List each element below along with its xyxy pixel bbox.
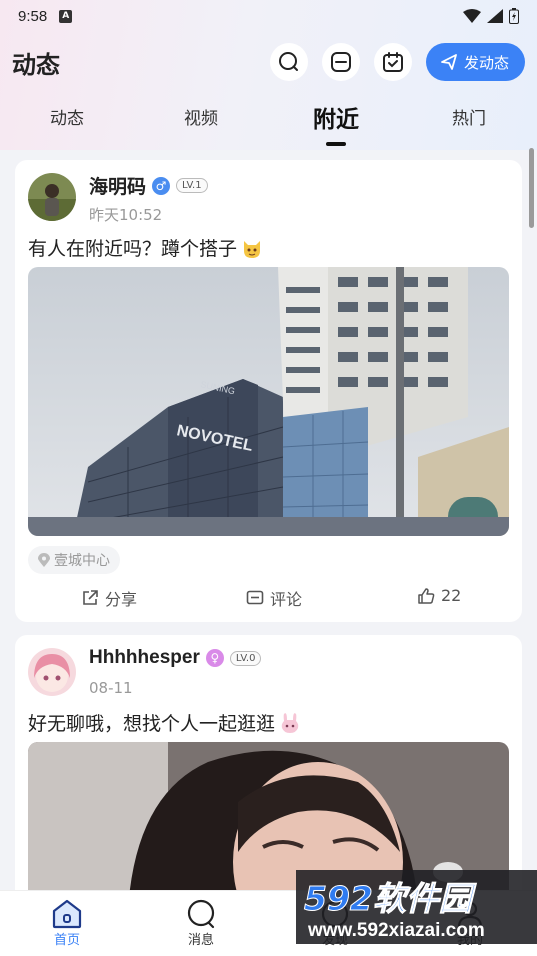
checkin-button[interactable] [373, 43, 412, 81]
header-actions: 发动态 [269, 43, 525, 81]
search-button[interactable] [269, 43, 308, 81]
male-icon: ♂ [152, 176, 171, 195]
comment-button[interactable]: 评论 [246, 586, 302, 610]
post-photo[interactable]: NOVOTEL SUNING [28, 267, 509, 536]
username[interactable]: Hhhhhesper [89, 647, 200, 669]
status-time: 9:58 [18, 7, 48, 25]
username-row: Hhhhhesper ♀ LV.0 [89, 647, 262, 669]
tab-dongtai[interactable]: 动态 [50, 104, 84, 129]
notification-badge: A [59, 9, 73, 23]
status-bar: 9:58 A [0, 0, 537, 32]
nav-messages-label: 消息 [187, 933, 214, 948]
watermark-url: www.592xiazai.com [307, 920, 485, 941]
avatar[interactable] [28, 173, 76, 221]
thumbs-up-icon [418, 587, 435, 604]
status-icons [463, 8, 519, 24]
home-icon [52, 899, 82, 929]
tab-video[interactable]: 视频 [184, 104, 218, 129]
location-tag[interactable]: 壹城中心 [28, 546, 120, 574]
nav-home-label: 首页 [53, 933, 80, 948]
cat-emoji-icon [244, 240, 261, 258]
post-text: 有人在附近吗？蹲个搭子 [28, 238, 238, 260]
scan-button[interactable] [321, 43, 360, 81]
calendar-check-icon [382, 52, 403, 72]
tab-nearby[interactable]: 附近 [313, 100, 359, 134]
location-label: 壹城中心 [54, 553, 110, 569]
female-icon: ♀ [205, 649, 224, 667]
watermark-brand: 592软件园 [304, 879, 477, 918]
post-card[interactable]: 海明码 ♂ LV.1 昨天10:52 有人在附近吗？蹲个搭子 NOVOTEL S… [15, 160, 522, 622]
location-pin-icon [38, 553, 50, 567]
comment-icon [246, 590, 264, 605]
post-time: 昨天10:52 [89, 206, 163, 224]
avatar[interactable] [28, 648, 76, 696]
like-button[interactable]: 22 [417, 586, 461, 605]
scan-icon [330, 52, 351, 72]
app-header: 动态 发动态 [0, 40, 537, 84]
level-badge: LV.0 [229, 650, 262, 666]
post-text-row: 有人在附近吗？蹲个搭子 [28, 234, 263, 261]
comment-label: 评论 [270, 590, 303, 609]
signal-icon [487, 9, 503, 23]
share-icon [83, 590, 98, 605]
nav-messages[interactable]: 消息 [171, 899, 231, 948]
username-row: 海明码 ♂ LV.1 [89, 172, 208, 199]
wifi-icon [463, 9, 481, 23]
tab-indicator [326, 142, 346, 146]
send-icon [441, 54, 457, 70]
share-label: 分享 [105, 590, 138, 609]
message-icon [187, 899, 215, 929]
like-count: 22 [441, 586, 462, 605]
tab-hot[interactable]: 热门 [452, 104, 486, 129]
create-post-label: 发动态 [463, 53, 509, 72]
post-time: 08-11 [89, 679, 133, 697]
post-actions: 分享 评论 22 [15, 582, 522, 614]
watermark: 592软件园 www.592xiazai.com [296, 870, 537, 944]
create-post-button[interactable]: 发动态 [425, 43, 525, 81]
search-icon [278, 52, 298, 71]
battery-icon [509, 8, 519, 24]
level-badge: LV.1 [176, 178, 208, 193]
share-button[interactable]: 分享 [81, 586, 137, 610]
username[interactable]: 海明码 [89, 172, 146, 199]
post-text: 好无聊哦，想找个人一起逛逛 [28, 713, 276, 735]
feed-tabs: 动态 视频 附近 热门 [0, 96, 537, 146]
bunny-emoji-icon [281, 712, 299, 733]
post-text-row: 好无聊哦，想找个人一起逛逛 [28, 709, 301, 736]
scrollbar[interactable] [529, 148, 534, 228]
page-title: 动态 [12, 50, 60, 79]
nav-home[interactable]: 首页 [37, 899, 97, 948]
